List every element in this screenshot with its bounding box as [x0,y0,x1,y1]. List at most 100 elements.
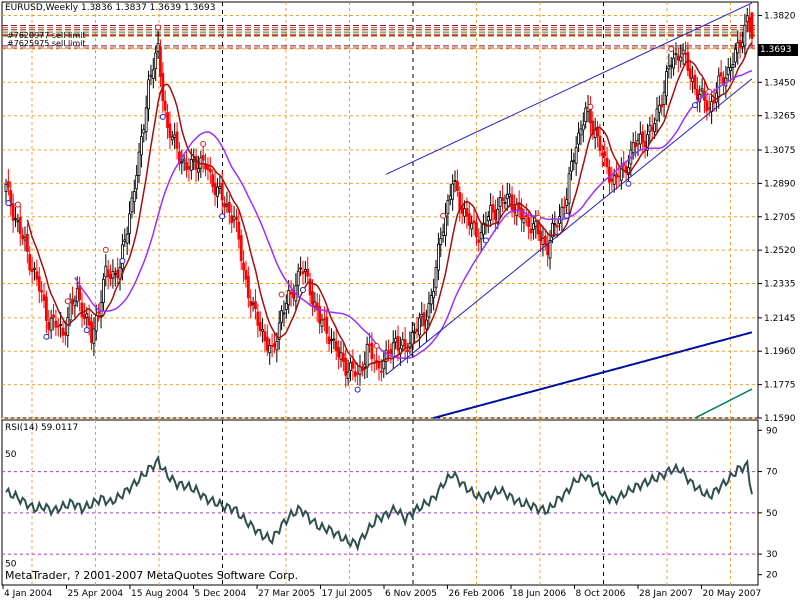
bear-candle [676,55,680,61]
bear-candle [211,174,215,187]
bull-candle [111,270,115,279]
bear-candle [387,351,390,354]
bull-candle [565,199,569,206]
bull-candle [75,288,79,302]
bull-candle [261,329,264,332]
low-fractal-marker [83,327,90,334]
bear-candle [90,321,93,343]
bear-candle [475,222,478,238]
chart-window[interactable]: 1.38201.36351.34501.32651.30751.28901.27… [0,0,800,600]
bear-candle [527,217,531,228]
bear-candle [311,291,314,305]
bull-candle [156,43,160,52]
ma-fast-line [26,42,753,370]
bull-candle [94,315,98,332]
bear-candle [28,254,32,271]
low-fractal-marker [563,212,570,219]
bear-candle [641,131,645,143]
bear-candle [617,175,621,178]
order-label-2: #7625975 sell limit [7,39,86,48]
bear-candle [608,166,611,183]
rsi-tick-label: 30 [766,550,778,560]
bull-candle [99,302,103,317]
bear-candle [543,235,547,246]
bear-candle [109,274,112,280]
bear-candle [187,166,191,170]
date-label: 25 Apr 2004 [68,589,124,599]
bull-candle [346,371,350,380]
bear-candle [684,53,687,55]
high-fractal-marker [668,45,675,52]
bear-candle [598,135,602,151]
bull-candle [667,65,671,70]
bull-candle [147,79,150,110]
bull-candle [726,67,730,76]
copyright-text: MetaTrader, ? 2001-2007 MetaQuotes Softw… [5,569,299,582]
price-tick-label: 1.2520 [764,246,796,256]
bear-candle [106,269,110,278]
bull-candle [631,142,635,154]
bull-candle [232,216,236,221]
bull-candle [339,352,343,360]
bull-candle [413,331,417,334]
bear-candle [168,123,172,138]
bear-candle [334,341,338,352]
bull-candle [567,173,571,204]
bear-candle [396,336,400,351]
bull-candle [123,239,127,242]
bear-candle [750,12,754,39]
bull-candle [303,269,307,272]
date-label: 20 May 2007 [703,589,762,599]
bull-candle [669,64,673,67]
rsi-header: RSI(14) 59.0117 [5,423,79,433]
price-tick-label: 1.3820 [764,12,796,22]
bull-candle [363,363,367,368]
bull-candle [448,195,452,200]
bear-candle [465,208,469,217]
low-fractal-marker [119,258,126,265]
price-chart[interactable]: 1.38201.36351.34501.32651.30751.28901.27… [0,0,800,600]
bull-candle [59,324,63,326]
bear-candle [524,215,528,218]
bear-candle [322,318,326,321]
current-price-label: 1.3693 [758,44,798,56]
price-tick-label: 1.3075 [764,146,796,156]
bull-candle [681,49,685,55]
bull-candle [636,139,640,145]
bear-candle [116,269,120,278]
bull-candle [330,339,333,342]
bear-candle [35,271,39,280]
bear-candle [351,361,355,369]
bear-candle [337,346,341,358]
high-fractal-marker [200,140,207,147]
date-label: 15 Aug 2004 [131,589,189,599]
bear-candle [242,262,245,271]
bear-candle [603,151,607,157]
bull-candle [394,338,398,343]
bear-candle [705,100,709,112]
bear-candle [54,320,58,328]
bear-candle [520,207,523,220]
bear-candle [42,294,46,301]
high-fractal-marker [535,214,542,221]
bull-candle [560,206,564,220]
high-fractal-marker [587,103,594,110]
bear-candle [356,372,360,375]
bull-candle [429,295,433,305]
bull-candle [439,237,443,245]
low-fractal-marker [299,287,306,294]
bull-candle [49,317,53,331]
bear-candle [341,352,345,362]
bear-candle [693,74,697,90]
bull-candle [391,342,395,358]
bear-candle [239,235,243,262]
bear-candle [370,342,374,360]
bull-candle [674,53,678,56]
bear-candle [83,314,86,319]
bear-candle [562,206,566,209]
bear-candle [634,142,637,148]
high-fractal-marker [155,24,162,31]
bull-candle [436,243,440,271]
bull-candle [299,267,302,270]
bear-candle [208,168,212,173]
